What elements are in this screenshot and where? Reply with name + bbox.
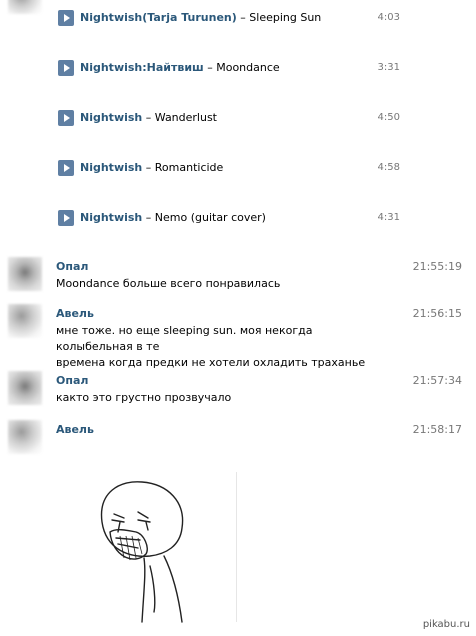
message-text: мне тоже. но еще sleeping sun. моя неког… [56,324,366,369]
track-title: Nightwish – Nemo (guitar cover) [80,211,266,224]
avatar-icon[interactable] [8,420,42,454]
audio-track[interactable]: Nightwish – Romanticide 4:58 [58,160,400,178]
audio-track[interactable]: Nightwish(Tarja Turunen) – Sleeping Sun … [58,10,400,28]
track-artist[interactable]: Nightwish [80,111,142,124]
track-name[interactable]: Moondance [216,61,279,74]
play-icon[interactable] [58,60,74,76]
avatar-icon[interactable] [8,257,42,291]
message-author[interactable]: Опал [56,260,88,273]
play-icon[interactable] [58,210,74,226]
message-time: 21:56:15 [412,307,462,320]
track-name[interactable]: Wanderlust [155,111,217,124]
track-name[interactable]: Sleeping Sun [249,11,321,24]
message-time: 21:57:34 [412,374,462,387]
audio-track[interactable]: Nightwish:Найтвиш – Moondance 3:31 [58,60,400,78]
message-time: 21:58:17 [412,423,462,436]
divider [236,472,237,622]
message-author[interactable]: Опал [56,374,88,387]
watermark: pikabu.ru [422,619,470,630]
track-duration: 4:50 [377,112,400,123]
message-time: 21:55:19 [412,260,462,273]
crying-face-drawing [100,481,184,623]
track-title: Nightwish – Romanticide [80,161,224,174]
track-name[interactable]: Nemo (guitar cover) [155,211,266,224]
message-author[interactable]: Авель [56,423,94,436]
track-title: Nightwish:Найтвиш – Moondance [80,61,280,74]
track-artist[interactable]: Nightwish:Найтвиш [80,61,204,74]
track-artist[interactable]: Nightwish [80,161,142,174]
audio-track[interactable]: Nightwish – Wanderlust 4:50 [58,110,400,128]
message-text: както это грустно прозвучало [56,391,232,404]
play-icon[interactable] [58,110,74,126]
avatar [8,0,42,14]
track-duration: 4:58 [377,162,400,173]
play-icon[interactable] [58,10,74,26]
track-artist[interactable]: Nightwish(Tarja Turunen) [80,11,237,24]
track-title: Nightwish(Tarja Turunen) – Sleeping Sun [80,11,322,24]
play-icon[interactable] [58,160,74,176]
track-title: Nightwish – Wanderlust [80,111,217,124]
track-duration: 3:31 [377,62,400,73]
track-name[interactable]: Romanticide [155,161,224,174]
avatar-icon[interactable] [8,304,42,338]
avatar-icon[interactable] [8,371,42,405]
track-duration: 4:31 [377,212,400,223]
track-artist[interactable]: Nightwish [80,211,142,224]
audio-track[interactable]: Nightwish – Nemo (guitar cover) 4:31 [58,210,400,228]
track-duration: 4:03 [377,12,400,23]
message-author[interactable]: Авель [56,307,94,320]
message-text: Moondance больше всего понравилась [56,277,281,290]
